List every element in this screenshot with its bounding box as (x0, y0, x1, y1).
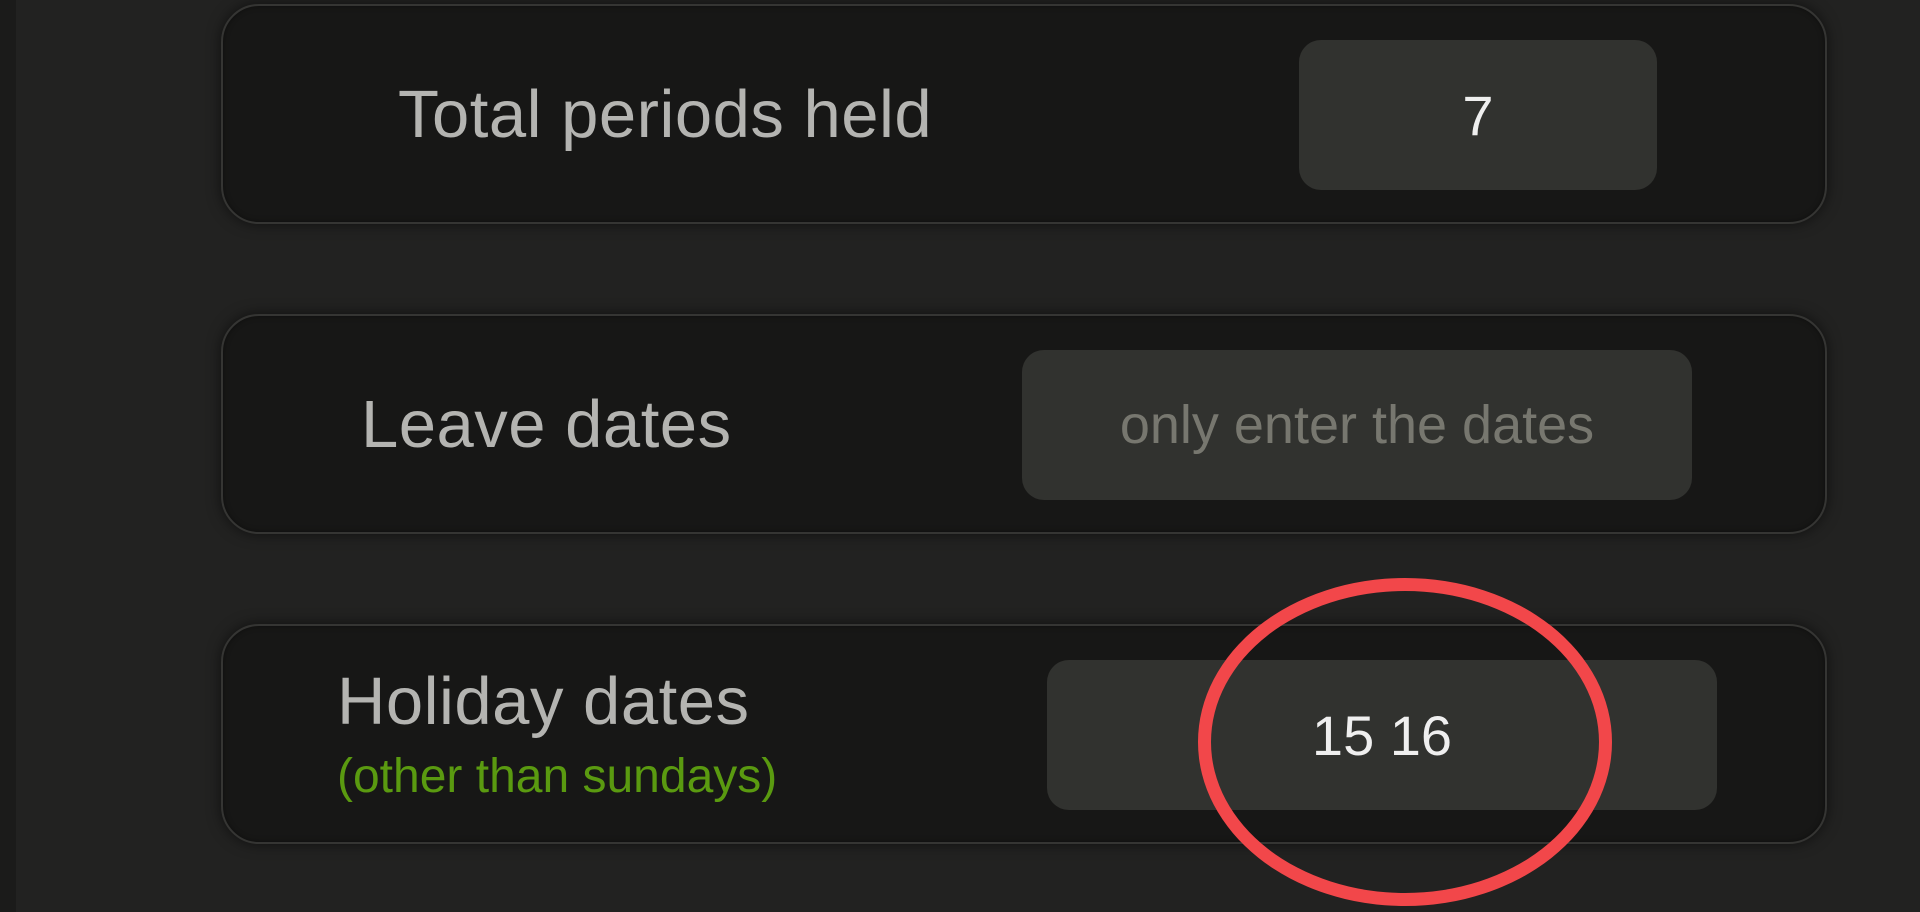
holiday-dates-row: Holiday dates (other than sundays) (221, 624, 1827, 844)
total-periods-row: Total periods held (221, 4, 1827, 224)
leave-dates-label: Leave dates (361, 387, 732, 462)
total-periods-label: Total periods held (398, 77, 933, 152)
holiday-dates-label: Holiday dates (337, 664, 750, 739)
leave-dates-row: Leave dates (221, 314, 1827, 534)
holiday-dates-hint: (other than sundays) (337, 750, 778, 803)
holiday-dates-field[interactable] (1047, 660, 1717, 810)
leave-dates-field[interactable] (1022, 350, 1692, 500)
total-periods-field[interactable] (1299, 40, 1657, 190)
left-edge-panel (0, 0, 16, 912)
page: Total periods held Leave dates Holiday d… (0, 0, 1920, 912)
